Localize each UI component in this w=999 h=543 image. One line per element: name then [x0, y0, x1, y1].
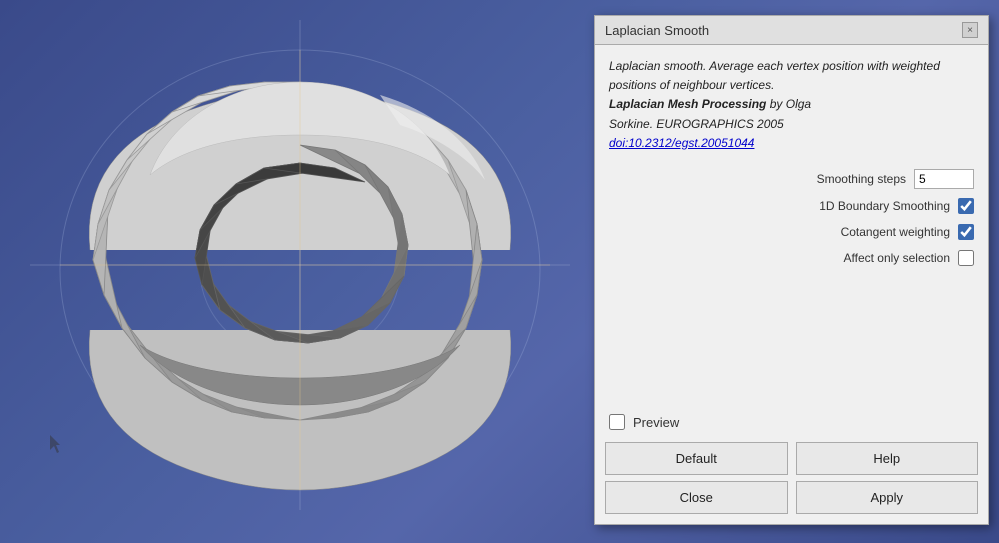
dialog-buttons: Default Help Close Apply — [595, 436, 988, 524]
cotangent-label: Cotangent weighting — [841, 223, 950, 241]
smoothing-steps-label: Smoothing steps — [817, 170, 906, 188]
preview-checkbox[interactable] — [609, 414, 625, 430]
cotangent-checkbox[interactable] — [958, 224, 974, 240]
smoothing-steps-row: Smoothing steps — [609, 169, 974, 189]
boundary-checkbox[interactable] — [958, 198, 974, 214]
torus-mesh — [30, 20, 580, 520]
selection-row: Affect only selection — [609, 249, 974, 267]
preview-label: Preview — [633, 415, 679, 430]
dialog-title: Laplacian Smooth — [605, 23, 709, 38]
help-button[interactable]: Help — [796, 442, 979, 475]
params-section: Smoothing steps 1D Boundary Smoothing Co… — [609, 169, 974, 267]
apply-button[interactable]: Apply — [796, 481, 979, 514]
default-button[interactable]: Default — [605, 442, 788, 475]
description-author: by Olga — [770, 97, 811, 111]
button-row-2: Close Apply — [605, 481, 978, 514]
cotangent-row: Cotangent weighting — [609, 223, 974, 241]
close-button[interactable]: Close — [605, 481, 788, 514]
smoothing-steps-input[interactable] — [914, 169, 974, 189]
dialog-close-button[interactable]: × — [962, 22, 978, 38]
selection-label: Affect only selection — [843, 249, 950, 267]
description-text: Laplacian smooth. Average each vertex po… — [609, 57, 974, 153]
boundary-row: 1D Boundary Smoothing — [609, 197, 974, 215]
dialog-panel: Laplacian Smooth × Laplacian smooth. Ave… — [594, 15, 989, 525]
dialog-titlebar: Laplacian Smooth × — [595, 16, 988, 45]
description-link[interactable]: doi:10.2312/egst.20051044 — [609, 136, 754, 150]
description-author2-text: Sorkine. EUROGRAPHICS 2005 — [609, 117, 784, 131]
button-row-1: Default Help — [605, 442, 978, 475]
boundary-label: 1D Boundary Smoothing — [819, 197, 950, 215]
description-bold: Laplacian Mesh Processing — [609, 97, 766, 111]
description-line1: Laplacian smooth. Average each vertex po… — [609, 59, 940, 92]
preview-section: Preview — [595, 404, 988, 436]
dialog-body: Laplacian smooth. Average each vertex po… — [595, 45, 988, 404]
selection-checkbox[interactable] — [958, 250, 974, 266]
